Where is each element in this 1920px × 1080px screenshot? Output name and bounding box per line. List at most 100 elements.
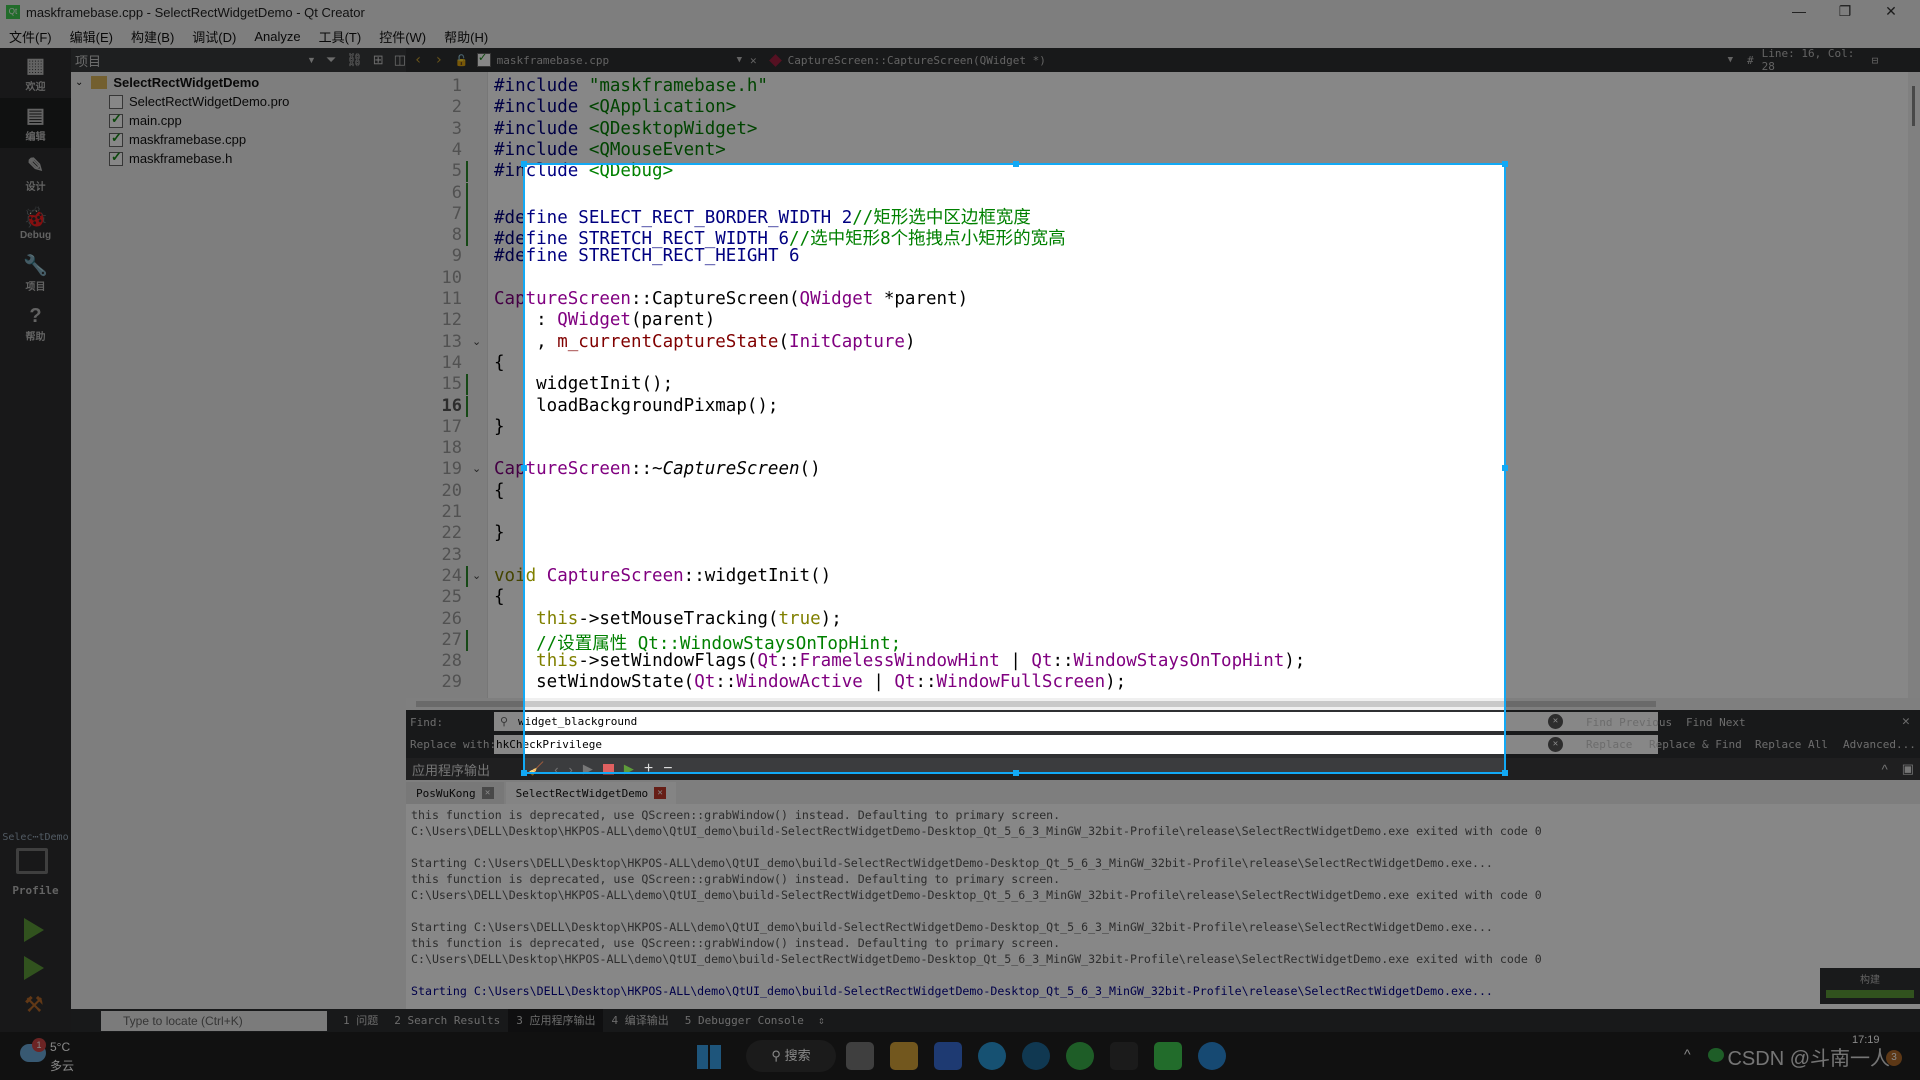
maximize-pane-icon[interactable]: ^ <box>1882 762 1888 777</box>
zoom-out-icon[interactable]: − <box>663 760 672 778</box>
menu-item[interactable]: 编辑(E) <box>61 27 122 46</box>
monitor-icon[interactable] <box>16 848 48 874</box>
taskbar-search[interactable]: ⚲ 搜索 <box>746 1040 836 1072</box>
application-output[interactable]: this function is deprecated, use QScreen… <box>406 804 1920 1009</box>
close-tab-icon[interactable]: ✕ <box>654 787 667 799</box>
tree-file[interactable]: SelectRectWidgetDemo.pro <box>71 92 406 111</box>
output-pane-button[interactable]: 3 应用程序输出 <box>508 1009 604 1032</box>
code-editor[interactable]: 1 2 3 4 5 6 7 8 9 10 11 12 13 ⌄ 14 15 16 17 18 19 ⌄ 20 21 22 23 2… <box>406 72 1920 710</box>
link-icon[interactable]: ⛓ <box>346 52 363 68</box>
app-icon[interactable] <box>1110 1042 1138 1070</box>
fold-chevron-icon[interactable]: ⌄ <box>472 462 481 475</box>
menu-item[interactable]: 帮助(H) <box>435 27 497 46</box>
tree-file[interactable]: maskframebase.cpp <box>71 130 406 149</box>
wechat-tray-icon[interactable] <box>1708 1048 1724 1062</box>
back-icon[interactable]: ‹ <box>414 52 422 68</box>
chevron-down-icon[interactable]: ▼ <box>737 55 742 65</box>
mode-document[interactable]: ▤ 编辑 <box>0 98 71 148</box>
filter-icon[interactable]: ⏷ <box>326 52 336 68</box>
close-button[interactable]: ✕ <box>1868 0 1914 24</box>
menu-item[interactable]: 控件(W) <box>370 27 435 46</box>
close-pane-icon[interactable]: ▣ <box>1902 761 1914 777</box>
output-tab[interactable]: SelectRectWidgetDemo ✕ <box>505 782 677 804</box>
horizontal-scrollbar[interactable] <box>406 698 1920 710</box>
close-tab-icon[interactable]: ✕ <box>481 787 494 799</box>
locate-input[interactable]: Type to locate (Ctrl+K) <box>101 1010 327 1031</box>
browser-icon[interactable] <box>1022 1042 1050 1070</box>
restore-button[interactable]: ❐ <box>1822 0 1868 24</box>
clear-output-icon[interactable]: 🧹 <box>528 761 544 777</box>
tray-chevron-icon[interactable]: ^ <box>1684 1046 1691 1062</box>
mode-help[interactable]: ? 帮助 <box>0 298 71 348</box>
menu-item[interactable]: 工具(T) <box>310 27 371 46</box>
edge-dev-icon[interactable] <box>1198 1042 1226 1070</box>
vertical-scrollbar[interactable] <box>1908 72 1920 698</box>
run-icon[interactable] <box>24 918 44 942</box>
code-token: WindowFullScreen <box>936 672 1106 693</box>
rerun-icon[interactable]: ▶ <box>583 761 593 777</box>
mode-pencil[interactable]: ✎ 设计 <box>0 148 71 198</box>
debug-run-icon[interactable] <box>24 956 44 980</box>
zoom-in-icon[interactable]: + <box>644 760 653 778</box>
change-marker <box>466 161 468 183</box>
mode-grid[interactable]: ▦ 欢迎 <box>0 48 71 98</box>
start-icon[interactable] <box>697 1045 721 1069</box>
wechat-icon[interactable] <box>1066 1042 1094 1070</box>
mode-wrench[interactable]: 🔧 项目 <box>0 248 71 298</box>
split-editor-icon[interactable]: ⊟ <box>1872 54 1879 67</box>
replace-button[interactable]: Replace <box>1586 738 1632 751</box>
split-icon[interactable]: ⊞ <box>373 52 384 68</box>
open-file-selector[interactable]: maskframebase.cpp <box>497 54 737 67</box>
fold-chevron-icon[interactable]: ⌄ <box>472 569 481 582</box>
menu-item[interactable]: 调试(D) <box>183 27 245 46</box>
find-input[interactable]: ⚲ widget_blackground <box>494 712 1658 731</box>
code-token: ) <box>904 331 916 352</box>
chevron-down-icon[interactable]: ⌄ <box>75 77 83 88</box>
chevron-down-icon[interactable]: ▼ <box>307 55 316 65</box>
project-view-selector[interactable]: 项目 <box>75 51 307 70</box>
build-config[interactable]: Profile <box>0 884 71 897</box>
find-previous-button[interactable]: Find Previous <box>1586 716 1672 729</box>
advanced-button[interactable]: Advanced... <box>1843 738 1916 751</box>
chevron-down-icon[interactable]: ▼ <box>1728 55 1733 65</box>
forward-icon[interactable]: › <box>434 52 442 68</box>
app-icon[interactable] <box>934 1042 962 1070</box>
edge-icon[interactable] <box>978 1042 1006 1070</box>
minimize-button[interactable]: — <box>1776 0 1822 24</box>
cursor-position[interactable]: Line: 16, Col: 28 <box>1762 47 1872 73</box>
attach-debugger-icon[interactable]: ▶ <box>624 761 634 777</box>
replace-input[interactable]: hkCheckPrivilege <box>494 735 1658 754</box>
qt-creator-icon[interactable] <box>1154 1042 1182 1070</box>
fold-chevron-icon[interactable]: ⌄ <box>472 335 481 348</box>
find-next-button[interactable]: Find Next <box>1686 716 1746 729</box>
clear-find-icon[interactable]: ✕ <box>1548 714 1563 729</box>
close-panel-icon[interactable]: ◫ <box>394 52 406 68</box>
mode-label: 编辑 <box>25 131 46 143</box>
close-find-icon[interactable]: ✕ <box>1902 714 1910 729</box>
stop-icon[interactable] <box>602 763 614 775</box>
output-pane-button[interactable]: 2 Search Results <box>386 1009 508 1032</box>
next-icon[interactable]: › <box>569 762 573 777</box>
replace-find-button[interactable]: Replace & Find <box>1649 738 1742 751</box>
tree-root[interactable]: ⌄ SelectRectWidgetDemo <box>71 73 406 92</box>
tree-file[interactable]: main.cpp <box>71 111 406 130</box>
menu-item[interactable]: 文件(F) <box>0 27 61 46</box>
output-pane-button[interactable]: 4 编译输出 <box>603 1009 676 1032</box>
previous-icon[interactable]: ‹ <box>554 762 558 777</box>
file-explorer-icon[interactable] <box>890 1042 918 1070</box>
mode-bug[interactable]: 🐞 Debug <box>0 198 71 248</box>
menu-item[interactable]: 构建(B) <box>122 27 183 46</box>
output-pane-button[interactable]: 5 Debugger Console <box>677 1009 812 1032</box>
output-tab[interactable]: PosWuKong ✕ <box>406 782 504 804</box>
task-view-icon[interactable] <box>846 1042 874 1070</box>
clear-replace-icon[interactable]: ✕ <box>1548 737 1563 752</box>
close-file-icon[interactable]: ✕ <box>750 54 757 67</box>
pane-chevron-icon[interactable]: ⇕ <box>818 1014 825 1027</box>
line-number: 10 <box>441 267 462 288</box>
symbol-selector[interactable]: CaptureScreen::CaptureScreen(QWidget *) <box>788 54 1728 67</box>
tree-file[interactable]: maskframebase.h <box>71 149 406 168</box>
replace-all-button[interactable]: Replace All <box>1755 738 1828 751</box>
build-hammer-icon[interactable]: ⚒ <box>24 992 44 1018</box>
menu-item[interactable]: Analyze <box>245 29 309 44</box>
output-pane-button[interactable]: 1 问题 <box>335 1009 386 1032</box>
